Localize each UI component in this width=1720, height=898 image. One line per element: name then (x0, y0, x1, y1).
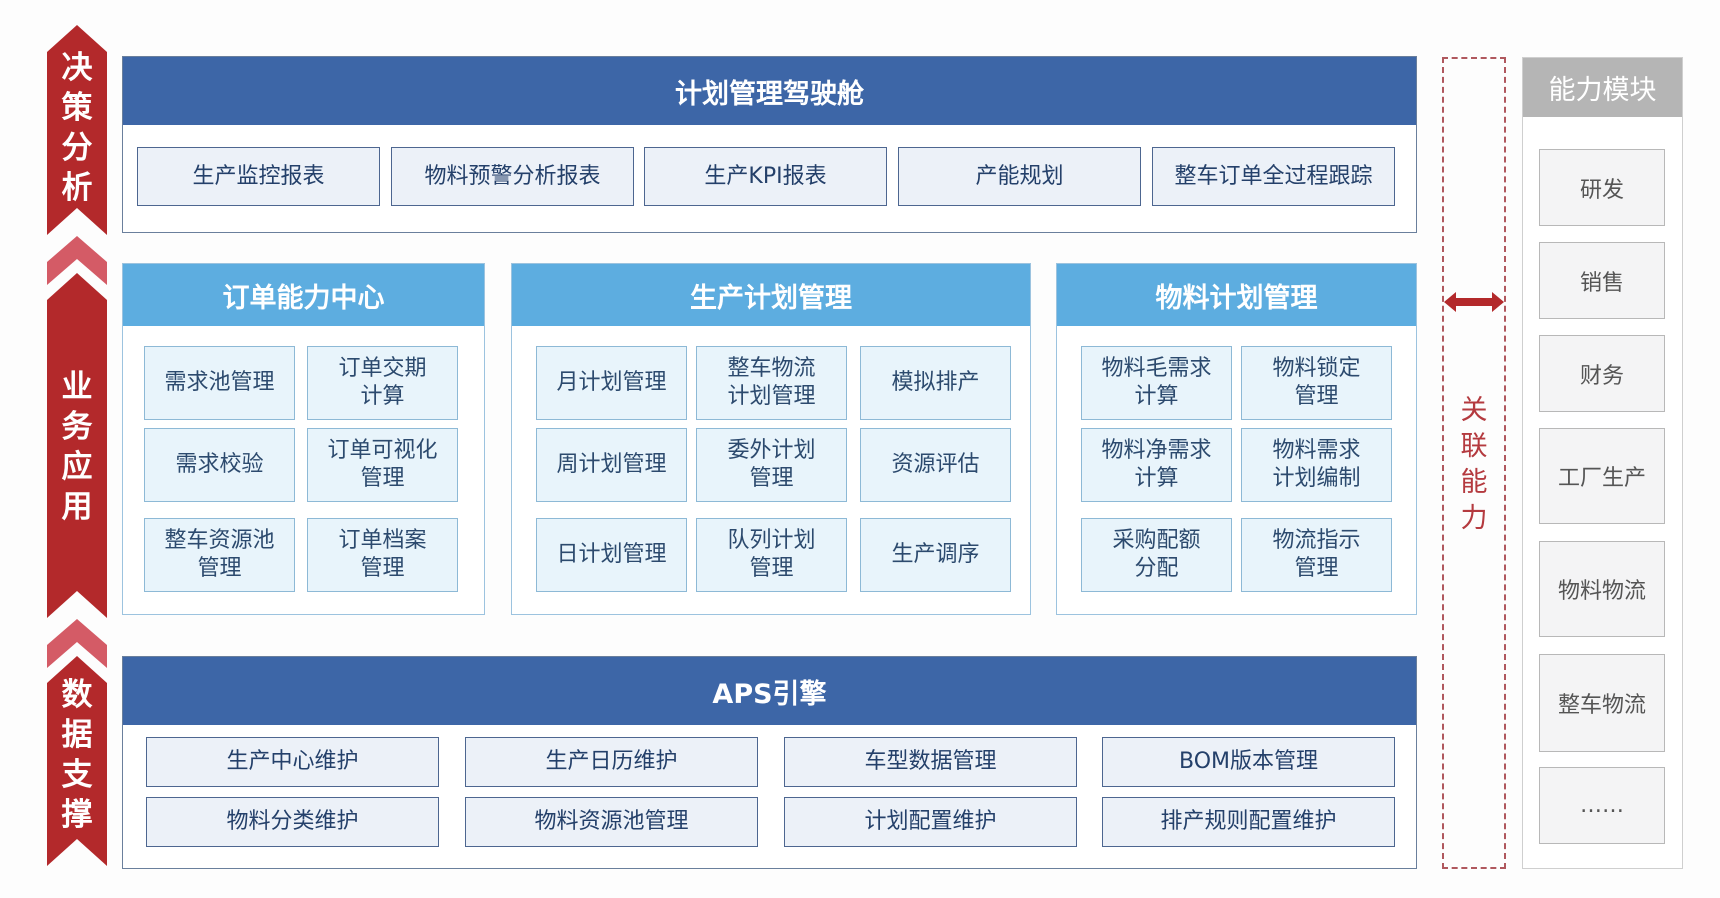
aps-item[interactable]: 物料分类维护 (146, 797, 439, 847)
cockpit-item[interactable]: 生产KPI报表 (644, 147, 887, 206)
cockpit-item[interactable]: 整车订单全过程跟踪 (1152, 147, 1395, 206)
production-plan-item[interactable]: 整车物流 计划管理 (696, 346, 847, 420)
cockpit-panel: 计划管理驾驶舱 (122, 56, 1417, 233)
layer-label-data: 数据支撑 (61, 677, 93, 833)
order-center-item-label: 订单档案 管理 (338, 528, 427, 581)
material-plan-item[interactable]: 物流指示 管理 (1241, 518, 1392, 592)
order-center-item-label: 需求校验 (175, 452, 264, 477)
layer-label-business: 业务应用 (61, 369, 93, 525)
order-center-title: 订单能力中心 (123, 264, 484, 326)
material-plan-title: 物料计划管理 (1057, 264, 1416, 326)
material-plan-item-label: 物料锁定 管理 (1272, 356, 1361, 409)
aps-title: APS引擎 (123, 657, 1416, 725)
aps-item-label: 物料分类维护 (226, 809, 359, 834)
capability-item[interactable]: 物料物流 (1539, 541, 1665, 637)
cockpit-item[interactable]: 生产监控报表 (137, 147, 380, 206)
order-center-item-label: 订单交期 计算 (338, 356, 427, 409)
production-plan-item[interactable]: 模拟排产 (860, 346, 1011, 420)
aps-item[interactable]: 生产中心维护 (146, 737, 439, 787)
capability-item[interactable]: …… (1539, 767, 1665, 844)
material-plan-item[interactable]: 采购配额 分配 (1081, 518, 1232, 592)
production-plan-item-label: 委外计划 管理 (727, 438, 816, 491)
capability-title: 能力模块 (1523, 58, 1682, 117)
production-plan-item-label: 队列计划 管理 (727, 528, 816, 581)
capability-item[interactable]: 研发 (1539, 149, 1665, 226)
capability-item[interactable]: 销售 (1539, 242, 1665, 319)
aps-item[interactable]: 排产规则配置维护 (1102, 797, 1395, 847)
aps-item[interactable]: 车型数据管理 (784, 737, 1077, 787)
production-plan-item[interactable]: 生产调序 (860, 518, 1011, 592)
capability-item[interactable]: 整车物流 (1539, 654, 1665, 752)
material-plan-item-label: 物料净需求 计算 (1101, 438, 1212, 491)
production-plan-item[interactable]: 队列计划 管理 (696, 518, 847, 592)
link-label: 关联能力 (1460, 395, 1488, 534)
cockpit-item[interactable]: 物料预警分析报表 (391, 147, 634, 206)
production-plan-item-label: 月计划管理 (556, 370, 667, 395)
aps-item[interactable]: 物料资源池管理 (465, 797, 758, 847)
order-center-item-label: 整车资源池 管理 (164, 528, 275, 581)
capability-item[interactable]: 工厂生产 (1539, 428, 1665, 524)
cockpit-item-label: 物料预警分析报表 (424, 163, 601, 189)
cockpit-item-label: 生产监控报表 (192, 163, 325, 189)
aps-item-label: 生产日历维护 (545, 749, 678, 774)
cockpit-title: 计划管理驾驶舱 (123, 57, 1416, 125)
aps-item-label: 生产中心维护 (226, 749, 359, 774)
production-plan-item[interactable]: 资源评估 (860, 428, 1011, 502)
order-center-item-label: 订单可视化 管理 (327, 438, 438, 491)
order-center-item[interactable]: 订单档案 管理 (307, 518, 458, 592)
cockpit-item-label: 整车订单全过程跟踪 (1174, 163, 1373, 189)
material-plan-item[interactable]: 物料净需求 计算 (1081, 428, 1232, 502)
aps-item-label: 排产规则配置维护 (1160, 809, 1337, 834)
material-plan-item[interactable]: 物料需求 计划编制 (1241, 428, 1392, 502)
material-plan-item-label: 采购配额 分配 (1112, 528, 1201, 581)
capability-item[interactable]: 财务 (1539, 335, 1665, 412)
order-center-item[interactable]: 需求校验 (144, 428, 295, 502)
production-plan-item[interactable]: 日计划管理 (536, 518, 687, 592)
double-arrow-icon (1444, 292, 1504, 312)
aps-item[interactable]: 生产日历维护 (465, 737, 758, 787)
material-plan-item[interactable]: 物料毛需求 计算 (1081, 346, 1232, 420)
aps-item[interactable]: 计划配置维护 (784, 797, 1077, 847)
cockpit-item-label: 生产KPI报表 (704, 163, 827, 189)
order-center-item-label: 需求池管理 (164, 370, 275, 395)
material-plan-item-label: 物料需求 计划编制 (1272, 438, 1361, 491)
layer-label-decision: 决策分析 (61, 50, 93, 206)
production-plan-item-label: 周计划管理 (556, 452, 667, 477)
production-plan-title: 生产计划管理 (512, 264, 1030, 326)
cockpit-item-label: 产能规划 (975, 163, 1064, 189)
order-center-item[interactable]: 需求池管理 (144, 346, 295, 420)
material-plan-item-label: 物料毛需求 计算 (1101, 356, 1212, 409)
order-center-item[interactable]: 整车资源池 管理 (144, 518, 295, 592)
production-plan-item-label: 资源评估 (891, 452, 980, 477)
aps-item-label: 物料资源池管理 (534, 809, 689, 834)
aps-item[interactable]: BOM版本管理 (1102, 737, 1395, 787)
cockpit-item[interactable]: 产能规划 (898, 147, 1141, 206)
production-plan-item-label: 日计划管理 (556, 542, 667, 567)
production-plan-item[interactable]: 周计划管理 (536, 428, 687, 502)
production-plan-item[interactable]: 委外计划 管理 (696, 428, 847, 502)
order-center-item[interactable]: 订单交期 计算 (307, 346, 458, 420)
aps-item-label: 车型数据管理 (864, 749, 997, 774)
production-plan-item[interactable]: 月计划管理 (536, 346, 687, 420)
order-center-item[interactable]: 订单可视化 管理 (307, 428, 458, 502)
material-plan-item[interactable]: 物料锁定 管理 (1241, 346, 1392, 420)
production-plan-item-label: 模拟排产 (891, 370, 980, 395)
material-plan-item-label: 物流指示 管理 (1272, 528, 1361, 581)
production-plan-item-label: 整车物流 计划管理 (727, 356, 816, 409)
aps-item-label: 计划配置维护 (864, 809, 997, 834)
production-plan-item-label: 生产调序 (891, 542, 980, 567)
aps-item-label: BOM版本管理 (1178, 749, 1318, 774)
